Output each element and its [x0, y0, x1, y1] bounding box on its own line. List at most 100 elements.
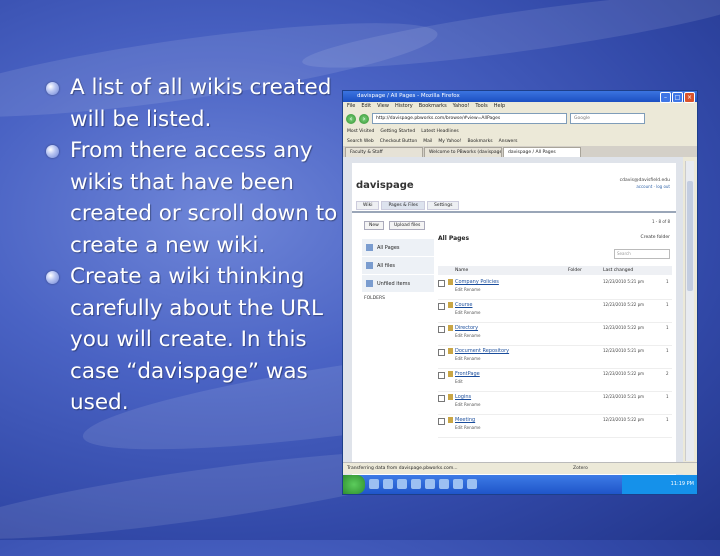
sidebar: All Pages All files Unfiled items FOLDER… — [362, 239, 434, 301]
start-button[interactable] — [343, 475, 365, 494]
app-icon[interactable] — [369, 479, 379, 489]
toolbar-item[interactable]: Search Web — [347, 139, 374, 144]
new-button[interactable]: New — [364, 221, 384, 230]
menu-item[interactable]: Help — [494, 102, 505, 111]
sidebar-item-all-pages[interactable]: All Pages — [362, 239, 434, 256]
browser-tabs: Faculty & Staff Welcome to PBworks (davi… — [343, 146, 697, 157]
page-icon — [448, 302, 453, 308]
tab-pages-files[interactable]: Pages & Files — [381, 201, 425, 210]
divider — [352, 211, 676, 213]
quick-launch — [369, 479, 477, 489]
toolbar-item[interactable]: Bookmarks — [467, 139, 492, 144]
scrollbar-thumb[interactable] — [687, 181, 693, 291]
menu-item[interactable]: View — [377, 102, 389, 111]
app-icon[interactable] — [383, 479, 393, 489]
yahoo-toolbar: Search Web Checkout Button Mail My Yahoo… — [343, 136, 697, 146]
page-search-input[interactable]: Search — [614, 249, 670, 259]
page-viewport: davispage cdavis@davisfield.edu account … — [343, 157, 683, 482]
app-icon[interactable] — [411, 479, 421, 489]
column-folder[interactable]: Folder — [568, 266, 582, 275]
browser-tab[interactable]: Welcome to PBworks (davispage) — [424, 147, 502, 157]
tab-wiki[interactable]: Wiki — [356, 201, 380, 210]
table-row[interactable]: FrontPage Edit 12/23/2010 5:22 pm 2 — [438, 369, 672, 392]
url-field[interactable]: http://davispage.pbworks.com/browse/#vie… — [372, 113, 567, 124]
minimize-icon[interactable]: – — [660, 92, 671, 103]
table-row[interactable]: Meeting Edit Rename 12/23/2010 5:22 pm 1 — [438, 415, 672, 438]
page-icon — [448, 348, 453, 354]
close-icon[interactable]: × — [684, 92, 695, 103]
table-row[interactable]: Document Repository Edit Rename 12/23/2010… — [438, 346, 672, 369]
folders-label: FOLDERS — [364, 296, 385, 301]
wiki-page: davispage cdavis@davisfield.edu account … — [352, 163, 676, 478]
window-titlebar: davispage / All Pages - Mozilla Firefox … — [343, 91, 697, 103]
table-row[interactable]: Directory Edit Rename 12/23/2010 5:22 pm 1 — [438, 323, 672, 346]
menu-item[interactable]: Edit — [361, 102, 371, 111]
app-icon[interactable] — [439, 479, 449, 489]
table-row[interactable]: Logins Edit Rename 12/23/2010 5:21 pm 1 — [438, 392, 672, 415]
column-modified[interactable]: Last changed — [603, 266, 633, 275]
row-checkbox[interactable] — [438, 280, 445, 287]
page-list: All Pages Create folder Search Name Fold… — [438, 235, 672, 438]
background-streak — [299, 0, 720, 82]
row-checkbox[interactable] — [438, 303, 445, 310]
tab-settings[interactable]: Settings — [426, 201, 460, 210]
bullet-item: A list of all wikis created will be list… — [46, 72, 346, 135]
maximize-icon[interactable]: □ — [672, 92, 683, 103]
column-name[interactable]: Name — [455, 266, 468, 275]
page-icon — [448, 279, 453, 285]
bullet-list: A list of all wikis created will be list… — [46, 72, 346, 419]
toolbar-item[interactable]: Checkout Button — [380, 139, 418, 144]
browser-tab-active[interactable]: davispage / All Pages — [503, 147, 581, 157]
account-links[interactable]: account · log out — [636, 184, 670, 189]
bullet-item: Create a wiki thinking carefully about t… — [46, 261, 346, 419]
app-icon[interactable] — [467, 479, 477, 489]
menu-item[interactable]: History — [395, 102, 413, 111]
menu-bar: File Edit View History Bookmarks Yahoo! … — [343, 102, 697, 111]
row-checkbox[interactable] — [438, 326, 445, 333]
browser-tab[interactable]: Faculty & Staff — [345, 147, 423, 157]
vertical-scrollbar[interactable] — [685, 161, 694, 461]
page-icon — [448, 394, 453, 400]
app-icon[interactable] — [397, 479, 407, 489]
toolbar-item[interactable]: My Yahoo! — [438, 139, 461, 144]
browser-screenshot: davispage / All Pages - Mozilla Firefox … — [342, 90, 698, 495]
row-checkbox[interactable] — [438, 349, 445, 356]
bullet-icon — [46, 145, 59, 158]
table-row[interactable]: Company Policies Edit Rename 12/23/2010 5:… — [438, 277, 672, 300]
zotero-button[interactable]: Zotero — [573, 463, 588, 474]
page-title: All Pages — [438, 235, 470, 242]
page-icon — [448, 417, 453, 423]
upload-files-button[interactable]: Upload files — [389, 221, 426, 230]
sidebar-item-all-files[interactable]: All files — [362, 257, 434, 274]
create-folder-button[interactable]: Create folder — [641, 235, 670, 240]
bullet-item: From there access any wikis that have be… — [46, 135, 346, 261]
row-checkbox[interactable] — [438, 418, 445, 425]
back-icon[interactable]: ‹ — [346, 113, 356, 124]
search-input[interactable]: Google — [570, 113, 645, 124]
bullet-icon — [46, 271, 59, 284]
menu-item[interactable]: Tools — [475, 102, 487, 111]
menu-item[interactable]: Bookmarks — [419, 102, 447, 111]
menu-item[interactable]: Yahoo! — [453, 102, 470, 111]
row-checkbox[interactable] — [438, 395, 445, 402]
app-icon[interactable] — [425, 479, 435, 489]
app-icon[interactable] — [453, 479, 463, 489]
file-icon — [366, 262, 373, 269]
table-header: Name Folder Last changed — [438, 266, 672, 275]
site-title[interactable]: davispage — [356, 180, 414, 191]
toolbar-item[interactable]: Mail — [423, 139, 432, 144]
bookmark-item[interactable]: Most Visited — [347, 129, 374, 134]
row-checkbox[interactable] — [438, 372, 445, 379]
table-row[interactable]: Course Edit Rename 12/23/2010 5:22 pm 1 — [438, 300, 672, 323]
sidebar-item-unfiled[interactable]: Unfiled items — [362, 275, 434, 292]
bookmark-item[interactable]: Getting Started — [380, 129, 415, 134]
bookmark-item[interactable]: Latest Headlines — [421, 129, 459, 134]
menu-item[interactable]: File — [347, 102, 355, 111]
status-bar: Transferring data from davispage.pbworks… — [343, 462, 697, 474]
bookmarks-bar: Most Visited Getting Started Latest Head… — [343, 126, 697, 136]
toolbar-item[interactable]: Answers — [499, 139, 518, 144]
taskbar: 11:19 PM — [343, 475, 697, 494]
system-tray-clock: 11:19 PM — [622, 475, 697, 494]
page-icon — [448, 325, 453, 331]
forward-icon[interactable]: › — [359, 113, 369, 124]
